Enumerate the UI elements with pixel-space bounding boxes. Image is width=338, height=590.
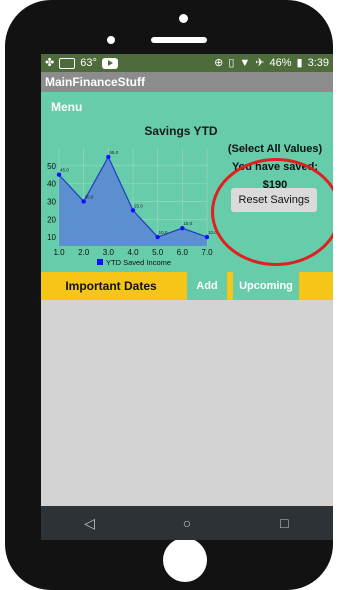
front-camera bbox=[107, 36, 115, 44]
data-point bbox=[106, 154, 111, 160]
data-point bbox=[155, 234, 160, 240]
tab-add[interactable]: Add bbox=[187, 272, 227, 300]
battery-icon: ▮ bbox=[296, 56, 303, 69]
x-tick-label: 1.0 bbox=[53, 248, 65, 257]
data-label: 55.0 bbox=[109, 150, 118, 155]
data-point bbox=[81, 199, 86, 204]
mail-icon bbox=[59, 57, 76, 69]
x-tick-label: 3.0 bbox=[103, 248, 115, 257]
x-tick-label: 2.0 bbox=[78, 248, 90, 257]
select-all-label: (Select All Values) bbox=[227, 143, 323, 155]
home-button[interactable] bbox=[163, 538, 207, 582]
recents-icon[interactable]: □ bbox=[264, 509, 304, 537]
data-label: 45.0 bbox=[60, 168, 69, 173]
savings-chart[interactable]: 45.030.055.025.010.015.010.010203040501.… bbox=[41, 140, 217, 272]
data-label: 25.0 bbox=[134, 203, 143, 208]
data-point bbox=[180, 225, 185, 231]
data-point bbox=[204, 234, 210, 240]
y-tick-label: 40 bbox=[47, 180, 56, 189]
sensor-dot bbox=[179, 14, 188, 23]
battery-text: 46% bbox=[269, 57, 292, 69]
y-tick-label: 30 bbox=[47, 197, 56, 206]
highlight-circle bbox=[211, 158, 333, 266]
status-bar: ✤ 63° ⊕ ▯ ▼ ✈ 46% ▮ 3:39 bbox=[41, 54, 333, 72]
vibrate-icon: ▯ bbox=[228, 56, 235, 69]
tab-important-dates[interactable]: Important Dates bbox=[41, 272, 181, 300]
menu-button[interactable]: Menu bbox=[51, 100, 82, 114]
legend-swatch bbox=[97, 259, 103, 265]
x-tick-label: 5.0 bbox=[152, 248, 164, 257]
chart-title: Savings YTD bbox=[144, 124, 218, 138]
youtube-icon bbox=[101, 57, 118, 69]
tab-upcoming[interactable]: Upcoming bbox=[233, 272, 299, 300]
sync-icon: ⊕ bbox=[214, 56, 224, 69]
x-tick-label: 6.0 bbox=[177, 248, 189, 257]
y-tick-label: 50 bbox=[47, 162, 56, 171]
temperature-text: 63° bbox=[80, 57, 97, 69]
y-tick-label: 10 bbox=[47, 233, 56, 242]
earpiece bbox=[151, 37, 207, 43]
network-icon: ✤ bbox=[45, 56, 55, 69]
phone-frame: ✤ 63° ⊕ ▯ ▼ ✈ 46% ▮ 3:39 MainFinanceStuf… bbox=[5, 0, 333, 590]
legend-label: YTD Saved Income bbox=[106, 258, 171, 267]
home-icon[interactable]: ○ bbox=[167, 509, 207, 537]
y-tick-label: 20 bbox=[47, 215, 56, 224]
data-point bbox=[130, 208, 136, 213]
x-tick-label: 4.0 bbox=[127, 248, 139, 257]
airplane-icon: ✈ bbox=[255, 56, 265, 69]
wifi-icon: ▼ bbox=[239, 56, 251, 69]
tabs-bar: Important Dates Add Upcoming bbox=[41, 272, 333, 300]
app-title: MainFinanceStuff bbox=[41, 72, 333, 92]
x-tick-label: 7.0 bbox=[201, 248, 213, 257]
navigation-bar: ◁ ○ □ bbox=[41, 506, 333, 540]
clock-text: 3:39 bbox=[307, 57, 329, 69]
back-icon[interactable]: ◁ bbox=[70, 509, 110, 537]
data-label: 15.0 bbox=[183, 221, 192, 226]
screen: ✤ 63° ⊕ ▯ ▼ ✈ 46% ▮ 3:39 MainFinanceStuf… bbox=[41, 54, 333, 540]
data-label: 30.0 bbox=[85, 194, 94, 199]
data-label: 10.0 bbox=[159, 230, 168, 235]
data-point bbox=[56, 172, 62, 177]
